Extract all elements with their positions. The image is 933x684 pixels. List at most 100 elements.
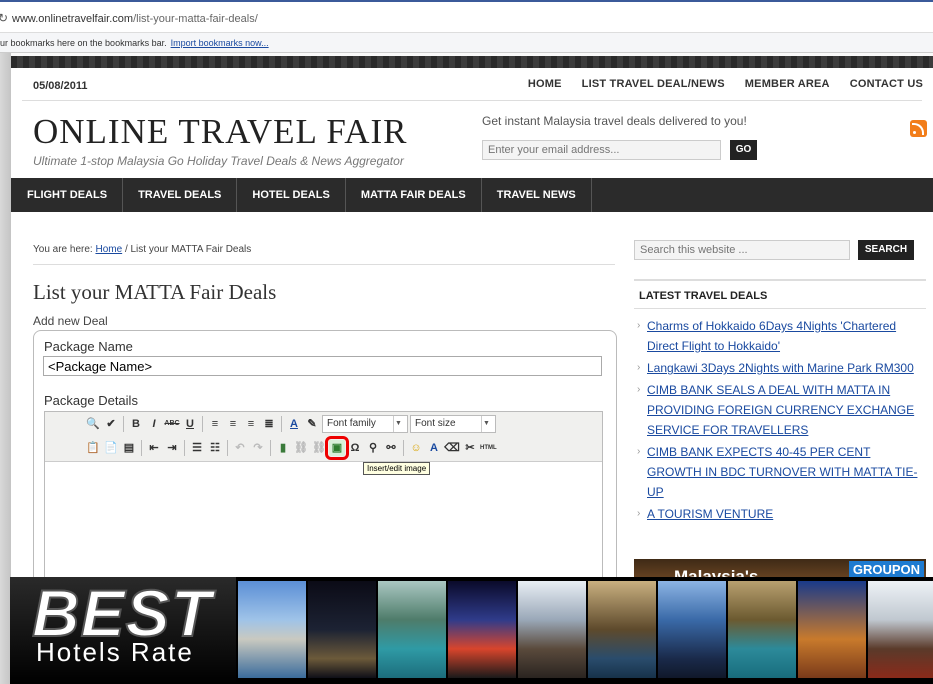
breadcrumb-current: / List your MATTA Fair Deals — [124, 244, 252, 255]
package-name-input[interactable] — [43, 356, 602, 376]
url-text[interactable]: www.onlinetravelfair.com/list-your-matta… — [12, 13, 258, 25]
align-left-icon[interactable]: ≡ — [207, 416, 223, 432]
breadcrumb: You are here: Home / List your MATTA Fai… — [33, 244, 251, 255]
banner-photo — [518, 581, 586, 678]
site-logo[interactable]: ONLINE TRAVEL FAIR — [33, 112, 407, 152]
indent-icon[interactable]: ⇥ — [164, 440, 180, 456]
font-size-value: Font size — [415, 418, 456, 429]
unlink-icon[interactable]: ⛓ — [311, 440, 327, 456]
chevron-down-icon: ▼ — [481, 416, 491, 432]
replace-icon[interactable]: ⚯ — [383, 440, 399, 456]
find-icon[interactable]: 🔍 — [85, 416, 101, 432]
sidebar-divider — [634, 308, 926, 309]
nav-flight-deals[interactable]: FLIGHT DEALS — [11, 178, 124, 212]
insert-image-icon[interactable]: ▣ — [325, 436, 349, 460]
font-family-select[interactable]: Font family ▼ — [322, 415, 408, 433]
deal-link[interactable]: A TOURISM VENTURE — [647, 507, 773, 521]
top-nav-home[interactable]: HOME — [528, 78, 562, 90]
italic-button[interactable]: I — [146, 416, 162, 432]
deal-link[interactable]: CIMB BANK SEALS A DEAL WITH MATTA IN PRO… — [647, 383, 914, 437]
bullet-list-icon[interactable]: ☰ — [189, 440, 205, 456]
banner-photo-strip — [238, 581, 933, 678]
banner-photo — [658, 581, 726, 678]
font-size-select[interactable]: Font size ▼ — [410, 415, 496, 433]
content-divider — [33, 264, 615, 265]
banner-hotels-rate-text: Hotels Rate — [36, 637, 194, 667]
header-divider — [22, 100, 922, 101]
top-nav-contact-us[interactable]: CONTACT US — [850, 78, 923, 90]
sidebar-search-button[interactable]: SEARCH — [858, 240, 914, 260]
undo-icon[interactable]: ↶ — [232, 440, 248, 456]
url-path: /list-your-matta-fair-deals/ — [133, 13, 258, 25]
find-replace-icon[interactable]: ⚲ — [365, 440, 381, 456]
media-icon[interactable]: ▮ — [275, 440, 291, 456]
nav-travel-deals[interactable]: TRAVEL DEALS — [123, 178, 238, 212]
font-family-value: Font family — [327, 418, 376, 429]
banner-photo — [378, 581, 446, 678]
url-domain: www.onlinetravelfair.com — [12, 13, 134, 25]
list-item: Langkawi 3Days 2Nights with Marine Park … — [637, 358, 927, 378]
deal-link[interactable]: Charms of Hokkaido 6Days 4Nights 'Charte… — [647, 319, 896, 353]
rss-icon[interactable] — [910, 120, 927, 137]
underline-button[interactable]: U — [182, 416, 198, 432]
latest-deals-list: Charms of Hokkaido 6Days 4Nights 'Charte… — [637, 316, 927, 526]
go-button[interactable]: GO — [730, 140, 757, 160]
toolbar-row-2: 📋 📄 ▤ ⇤ ⇥ ☰ ☷ ↶ ↷ ▮ ⛓ ⛓ ▣ Ω ⚲ ⚯ ☺ A ⌫ ✂ … — [85, 436, 497, 460]
cleanup-icon[interactable]: ✂ — [462, 440, 478, 456]
align-center-icon[interactable]: ≡ — [225, 416, 241, 432]
html-source-icon[interactable]: HTML — [480, 440, 497, 456]
editor-toolbar: 🔍 ✔ B I ABC U ≡ ≡ ≡ ≣ A ✎ Font family ▼ … — [45, 412, 602, 462]
breadcrumb-home-link[interactable]: Home — [95, 244, 122, 255]
header-date: 05/08/2011 — [33, 80, 88, 92]
bookmarks-bar: ur bookmarks here on the bookmarks bar. I… — [0, 33, 933, 53]
nav-travel-news[interactable]: TRAVEL NEWS — [482, 178, 592, 212]
breadcrumb-prefix: You are here: — [33, 244, 93, 255]
toolbar-separator — [281, 416, 282, 432]
subscribe-text: Get instant Malaysia travel deals delive… — [482, 114, 747, 128]
nav-hotel-deals[interactable]: HOTEL DEALS — [237, 178, 346, 212]
sidebar-divider — [634, 279, 926, 281]
screenshot-root: ↻ www.onlinetravelfair.com/list-your-mat… — [0, 0, 933, 684]
bold-button[interactable]: B — [128, 416, 144, 432]
numbered-list-icon[interactable]: ☷ — [207, 440, 223, 456]
email-field[interactable] — [482, 140, 721, 160]
deal-link[interactable]: CIMB BANK EXPECTS 40-45 PER CENT GROWTH … — [647, 445, 917, 499]
align-right-icon[interactable]: ≡ — [243, 416, 259, 432]
banner-photo — [308, 581, 376, 678]
redo-icon[interactable]: ↷ — [250, 440, 266, 456]
page-title: List your MATTA Fair Deals — [33, 280, 277, 304]
deal-link[interactable]: Langkawi 3Days 2Nights with Marine Park … — [647, 361, 914, 375]
reload-icon[interactable]: ↻ — [0, 11, 8, 25]
browser-top-border — [0, 0, 933, 2]
link-icon[interactable]: ⛓ — [293, 440, 309, 456]
chevron-down-icon: ▼ — [393, 416, 403, 432]
text-color-icon[interactable]: A — [286, 416, 302, 432]
toolbar-row-1: 🔍 ✔ B I ABC U ≡ ≡ ≡ ≣ A ✎ Font family ▼ … — [85, 414, 496, 434]
paste-word-icon[interactable]: ▤ — [121, 440, 137, 456]
toolbar-separator — [123, 416, 124, 432]
package-name-label: Package Name — [44, 339, 133, 354]
browser-address-bar[interactable]: ↻ www.onlinetravelfair.com/list-your-mat… — [0, 0, 933, 33]
strikethrough-button[interactable]: ABC — [164, 416, 180, 432]
special-char-icon[interactable]: Ω — [347, 440, 363, 456]
nav-matta-fair-deals[interactable]: MATTA FAIR DEALS — [346, 178, 482, 212]
outdent-icon[interactable]: ⇤ — [146, 440, 162, 456]
top-nav-member-area[interactable]: MEMBER AREA — [745, 78, 830, 90]
eraser-icon[interactable]: ⌫ — [444, 440, 460, 456]
align-justify-icon[interactable]: ≣ — [261, 416, 277, 432]
best-hotels-banner[interactable]: BEST Hotels Rate — [10, 575, 933, 684]
import-bookmarks-link[interactable]: Import bookmarks now... — [171, 38, 269, 48]
toolbar-separator — [202, 416, 203, 432]
highlight-color-icon[interactable]: ✎ — [304, 416, 320, 432]
top-nav-list-deal[interactable]: LIST TRAVEL DEAL/NEWS — [582, 78, 725, 90]
paste-text-icon[interactable]: 📄 — [103, 440, 119, 456]
sidebar-search-input[interactable] — [634, 240, 850, 260]
banner-photo — [588, 581, 656, 678]
list-item: CIMB BANK SEALS A DEAL WITH MATTA IN PRO… — [637, 380, 927, 440]
list-item: A TOURISM VENTURE — [637, 504, 927, 524]
emoticon-icon[interactable]: ☺ — [408, 440, 424, 456]
spellcheck-icon[interactable]: ✔ — [103, 416, 119, 432]
paste-icon[interactable]: 📋 — [85, 440, 101, 456]
banner-photo — [238, 581, 306, 678]
style-icon[interactable]: A — [426, 440, 442, 456]
